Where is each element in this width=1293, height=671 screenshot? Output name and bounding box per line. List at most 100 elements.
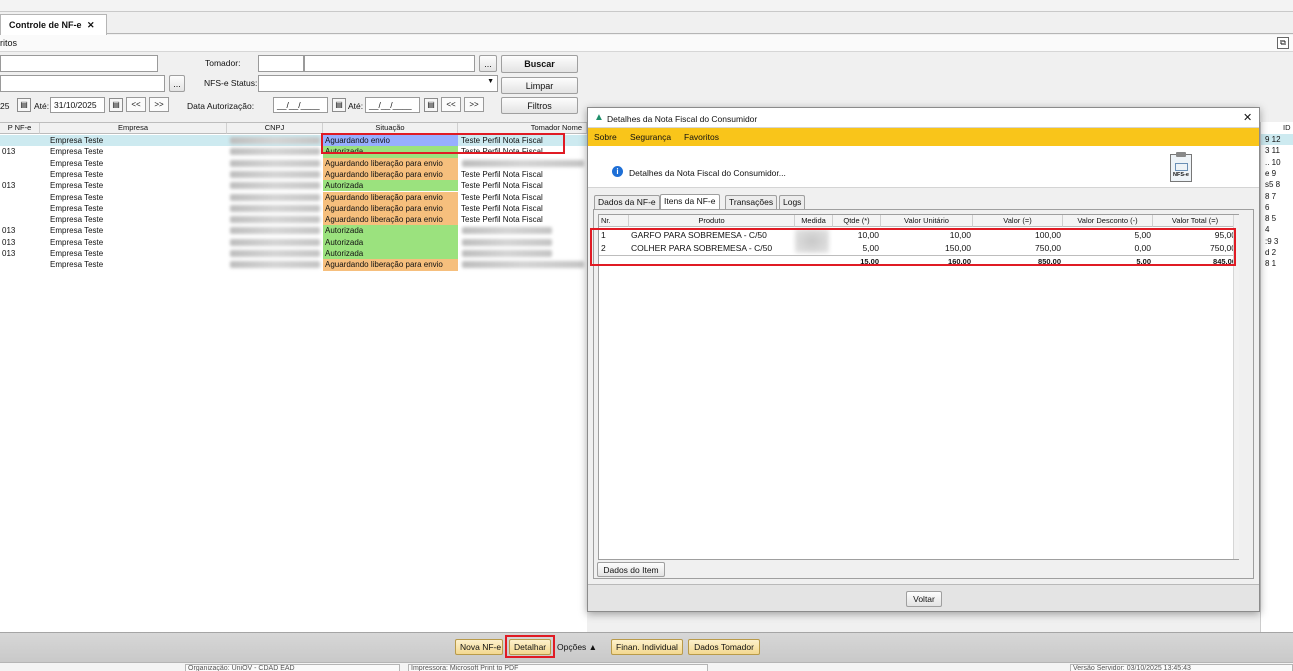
menu-seguranca[interactable]: Segurança: [630, 132, 671, 142]
items-header-medida[interactable]: Medida: [795, 215, 833, 227]
finan-individual-button[interactable]: Finan. Individual: [611, 639, 683, 655]
tab-logs[interactable]: Logs: [779, 195, 806, 209]
empresa-input[interactable]: [0, 75, 165, 92]
cell-nf: [0, 259, 40, 270]
highlight-box-detalhar: [505, 635, 555, 658]
calendar-to-icon[interactable]: ▤: [109, 98, 123, 112]
items-header-produto[interactable]: Produto: [629, 215, 795, 227]
items-scrollbar[interactable]: [1233, 215, 1239, 559]
table-row[interactable]: 013 Empresa Teste Autorizada: [0, 236, 587, 248]
dialog-header: i Detalhes da Nota Fiscal do Consumidor.…: [588, 146, 1259, 188]
dialog-tabs: Dados da NF-e Itens da NF-e Transações L…: [594, 194, 1254, 209]
restore-window-icon[interactable]: ⧉: [1277, 37, 1289, 49]
aut-calendar-icon[interactable]: ▤: [332, 98, 346, 112]
cell-tomador-redacted: [462, 159, 584, 167]
cell-cnpj-redacted: [230, 182, 320, 190]
cell-situacao: Autorizada: [323, 248, 458, 260]
nfse-icon-label: NFS-e: [1173, 172, 1189, 178]
tomador-code-input[interactable]: [258, 55, 304, 72]
items-header-desconto[interactable]: Valor Desconto (-): [1063, 215, 1153, 227]
items-header-nr[interactable]: Nr.: [599, 215, 629, 227]
aut-next-button[interactable]: >>: [464, 97, 484, 112]
table-row[interactable]: 013 Empresa Teste Autorizada: [0, 225, 587, 237]
status-organization: Organização: UniOV - CDAD EAD: [185, 664, 400, 671]
dados-tomador-button[interactable]: Dados Tomador: [688, 639, 760, 655]
cell-nf: 013: [2, 249, 16, 258]
date-next-button[interactable]: >>: [149, 97, 169, 112]
col-header-id[interactable]: ID: [1283, 122, 1291, 133]
date-to-input[interactable]: 31/10/2025: [50, 97, 105, 113]
buscar-button[interactable]: Buscar: [501, 55, 578, 73]
tomador-lookup-button[interactable]: ...: [479, 55, 497, 72]
cell-empresa: Empresa Teste: [50, 147, 104, 157]
table-row[interactable]: Empresa Teste Aguardando liberação para e…: [0, 202, 587, 215]
calendar-icon[interactable]: ▤: [17, 98, 31, 112]
dados-item-button[interactable]: Dados do Item: [597, 562, 665, 577]
col-header-empresa[interactable]: Empresa: [40, 123, 227, 134]
id-cell: s5 8: [1265, 180, 1281, 190]
tab-strip: [0, 12, 1293, 34]
search-field-1[interactable]: [0, 55, 158, 72]
tab-transacoes[interactable]: Transações: [725, 195, 778, 209]
id-cell: 4: [1265, 225, 1270, 235]
cell-empresa: Empresa Teste: [50, 158, 104, 168]
menu-favoritos[interactable]: Favoritos: [684, 132, 719, 142]
aut-ate-label: Até:: [348, 101, 364, 111]
id-cell: 6: [1265, 202, 1270, 212]
dialog-close-icon[interactable]: ✕: [1243, 111, 1252, 124]
tomador-name-input[interactable]: [304, 55, 475, 72]
tab-itens-nfe[interactable]: Itens da NF-e: [660, 194, 720, 209]
nova-nfe-button[interactable]: Nova NF-e: [455, 639, 503, 655]
table-row[interactable]: Empresa Teste Aguardando liberação para e…: [0, 157, 587, 169]
date-prev-button[interactable]: <<: [126, 97, 146, 112]
date-to-text: 31/10/2025: [54, 100, 97, 110]
aut-to-input[interactable]: __/__/____: [365, 97, 420, 113]
aut-to-text: __/__/____: [369, 100, 412, 110]
items-header-total[interactable]: Valor Total (=): [1153, 215, 1238, 227]
filtros-button[interactable]: Filtros: [501, 97, 578, 114]
tomador-label: Tomador:: [205, 58, 241, 68]
items-header-qtde[interactable]: Qtde (*): [833, 215, 881, 227]
nfse-status-select[interactable]: ▼: [258, 75, 498, 92]
cell-empresa: Empresa Teste: [50, 181, 104, 191]
id-cell: e 9: [1265, 168, 1277, 178]
cell-nf: [0, 192, 40, 203]
nfse-status-label: NFS-e Status:: [204, 78, 258, 88]
cell-cnpj-redacted: [230, 227, 320, 235]
highlight-box-items: [590, 228, 1236, 266]
dialog-title-bar: ▲ Detalhes da Nota Fiscal do Consumidor …: [588, 108, 1259, 128]
tab-close-icon[interactable]: ✕: [87, 20, 95, 30]
nfse-document-icon: NFS-e: [1170, 152, 1192, 182]
table-row[interactable]: Empresa Teste Aguardando liberação para e…: [0, 168, 587, 181]
cell-cnpj-redacted: [230, 261, 320, 269]
aut-calendar-to-icon[interactable]: ▤: [424, 98, 438, 112]
items-header-valor[interactable]: Valor (=): [973, 215, 1063, 227]
limpar-button[interactable]: Limpar: [501, 77, 578, 94]
favorites-label: ritos: [0, 38, 18, 48]
table-row[interactable]: 013 Empresa Teste Autorizada Teste Perfil N…: [0, 180, 587, 192]
tab-dados-nfe[interactable]: Dados da NF-e: [594, 195, 660, 209]
aut-prev-button[interactable]: <<: [441, 97, 461, 112]
ate-label: Até:: [34, 101, 50, 111]
cell-empresa: Empresa Teste: [50, 203, 104, 213]
cell-tomador: Teste Perfil Nota Fiscal: [461, 169, 543, 179]
grid-right-columns: ID 9 12 3 11.. 10 e 9 s5 88 76 8 5 4:9 3 d 2 8 …: [1260, 122, 1293, 632]
items-header-unitario[interactable]: Valor Unitário: [881, 215, 973, 227]
menu-sobre[interactable]: Sobre: [594, 132, 617, 142]
cell-empresa: Empresa Teste: [50, 237, 104, 247]
cell-cnpj-redacted: [230, 159, 320, 167]
cell-empresa: Empresa Teste: [50, 226, 104, 236]
tab-controle-nfe[interactable]: Controle de NF-e ✕: [0, 14, 107, 35]
cell-cnpj-redacted: [230, 204, 320, 212]
highlight-box-row: [321, 133, 565, 154]
table-row[interactable]: Empresa Teste Aguardando liberação para e…: [0, 259, 587, 271]
aut-from-input[interactable]: __/__/____: [273, 97, 328, 113]
opcoes-button[interactable]: Opções ▲: [557, 642, 597, 652]
col-header-nf[interactable]: P NF-e: [0, 123, 40, 134]
col-header-cnpj[interactable]: CNPJ: [227, 123, 323, 134]
voltar-button[interactable]: Voltar: [906, 591, 942, 607]
table-row[interactable]: Empresa Teste Aguardando liberação para e…: [0, 191, 587, 203]
empresa-lookup-button[interactable]: ...: [169, 75, 185, 92]
table-row[interactable]: 013 Empresa Teste Autorizada: [0, 248, 587, 260]
table-row[interactable]: Empresa Teste Aguardando liberação para e…: [0, 214, 587, 226]
